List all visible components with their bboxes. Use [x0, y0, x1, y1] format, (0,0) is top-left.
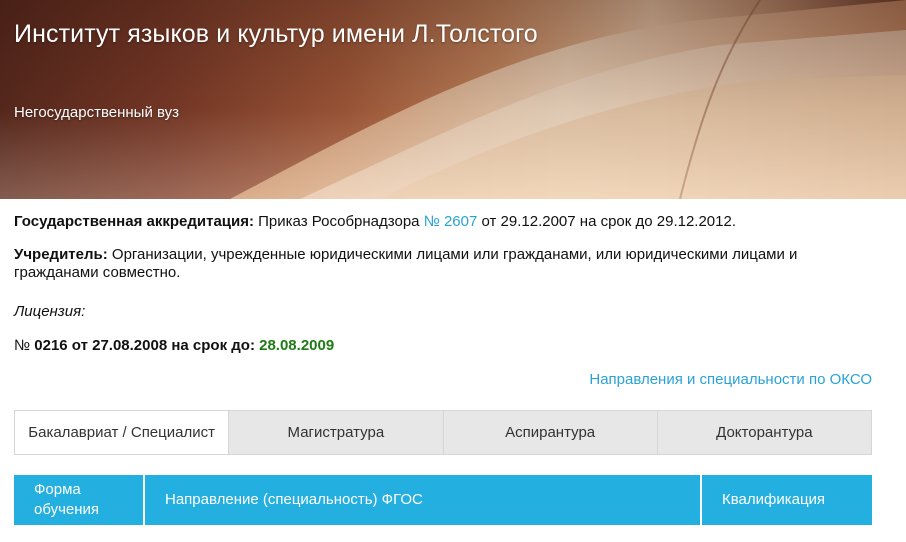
license-label: Лицензия: [14, 303, 86, 320]
license-info: № 0216 от 27.08.2008 на срок до: 28.08.2… [14, 337, 334, 354]
tab-doctorate[interactable]: Докторантура [656, 411, 871, 454]
founder-info: Учредитель: Организации, учрежденные юри… [14, 246, 834, 282]
license-expiry-date: 28.08.2009 [259, 337, 335, 354]
university-type: Негосударственный вуз [14, 104, 180, 121]
programs-table-header: Форма обучения Направление (специальност… [14, 475, 872, 525]
license-number-sign: № [14, 337, 31, 354]
accreditation-dates: от 29.12.2007 на срок до 29.12.2012. [477, 213, 736, 230]
license-text: 0216 от 27.08.2008 на срок до: [30, 337, 260, 354]
column-header-study-form: Форма обучения [34, 481, 100, 518]
page-title: Институт языков и культур имени Л.Толсто… [14, 20, 538, 48]
column-header-direction: Направление (специальность) ФГОС [143, 475, 700, 525]
accreditation-info: Государственная аккредитация: Приказ Рос… [14, 213, 736, 231]
accreditation-order-link[interactable]: № 2607 [424, 213, 478, 230]
tab-bachelor-specialist[interactable]: Бакалавриат / Специалист [15, 411, 229, 454]
okso-specialties-link[interactable]: Направления и специальности по ОКСО [589, 371, 872, 388]
tab-postgraduate[interactable]: Аспирантура [442, 411, 657, 454]
column-header-qualification: Квалификация [700, 475, 872, 525]
header-banner: Институт языков и культур имени Л.Толсто… [0, 0, 906, 199]
accreditation-text: Приказ Рособрнадзора [253, 213, 424, 230]
accreditation-label: Государственная аккредитация: [14, 213, 254, 230]
founder-text: Организации, учрежденные юридическими ли… [14, 246, 798, 281]
tab-master[interactable]: Магистратура [228, 411, 443, 454]
founder-label: Учредитель: [14, 246, 108, 263]
education-level-tabs: Бакалавриат / Специалист Магистратура Ас… [14, 410, 872, 455]
